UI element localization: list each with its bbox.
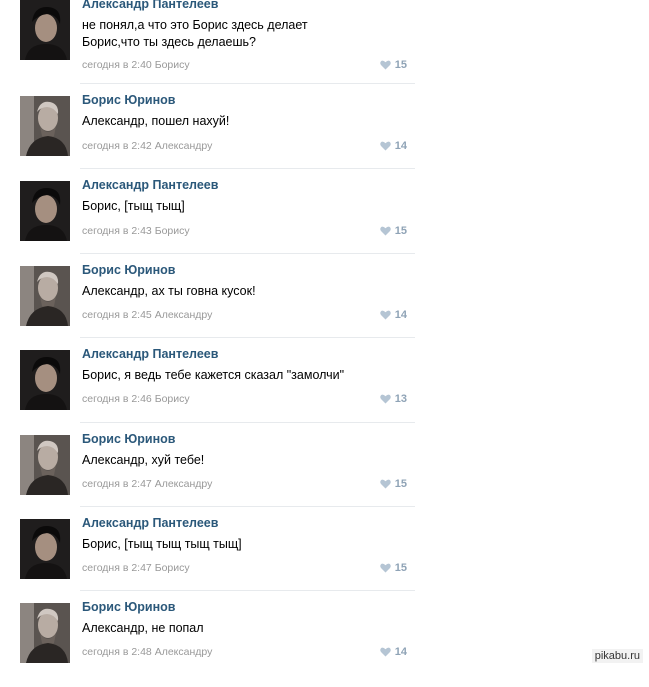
comment-author[interactable]: Борис Юринов (82, 93, 175, 107)
comment-author[interactable]: Александр Пантелеев (82, 178, 218, 192)
comment-item: Борис Юринов Александр, не попал сегодня… (20, 600, 415, 687)
divider (80, 253, 415, 254)
comment-text: Александр, хуй тебе! (82, 453, 205, 467)
like-count: 13 (394, 393, 407, 405)
heart-icon (380, 647, 391, 657)
comment-meta: сегодня в 2:40 Борису (82, 59, 190, 71)
heart-icon (380, 60, 391, 70)
avatar[interactable] (20, 266, 70, 326)
like-button[interactable]: 14 (380, 646, 407, 658)
like-button[interactable]: 14 (380, 140, 407, 152)
like-count: 15 (394, 59, 407, 71)
comment-meta: сегодня в 2:42 Александру (82, 140, 212, 152)
like-button[interactable]: 15 (380, 478, 407, 490)
heart-icon (380, 563, 391, 573)
comment-text: Александр, ах ты говна кусок! (82, 284, 256, 298)
avatar[interactable] (20, 435, 70, 495)
comment-text: Борис, [тыщ тыщ тыщ тыщ] (82, 537, 242, 551)
comment-author[interactable]: Борис Юринов (82, 600, 175, 614)
comment-meta: сегодня в 2:48 Александру (82, 646, 212, 658)
like-button[interactable]: 13 (380, 393, 407, 405)
comment-item: Александр Пантелеев не понял,а что это Б… (20, 0, 415, 84)
divider (80, 506, 415, 507)
comment-meta: сегодня в 2:47 Александру (82, 478, 212, 490)
heart-icon (380, 141, 391, 151)
like-count: 14 (394, 309, 407, 321)
like-button[interactable]: 14 (380, 309, 407, 321)
divider (80, 590, 415, 591)
comment-timestamp[interactable]: сегодня в 2:45 (82, 309, 152, 321)
comment-timestamp[interactable]: сегодня в 2:47 (82, 478, 152, 490)
heart-icon (380, 394, 391, 404)
comment-text: Александр, не попал (82, 621, 204, 635)
reply-to-link[interactable]: Александру (155, 309, 213, 321)
comment-meta: сегодня в 2:47 Борису (82, 562, 190, 574)
comment-author[interactable]: Борис Юринов (82, 263, 175, 277)
comment-author[interactable]: Борис Юринов (82, 432, 175, 446)
comment-author[interactable]: Александр Пантелеев (82, 516, 218, 530)
avatar[interactable] (20, 519, 70, 579)
comment-timestamp[interactable]: сегодня в 2:46 (82, 393, 152, 405)
avatar[interactable] (20, 181, 70, 241)
like-button[interactable]: 15 (380, 225, 407, 237)
like-count: 14 (394, 646, 407, 658)
comment-timestamp[interactable]: сегодня в 2:40 (82, 59, 152, 71)
comment-meta: сегодня в 2:46 Борису (82, 393, 190, 405)
comment-meta: сегодня в 2:43 Борису (82, 225, 190, 237)
reply-to-link[interactable]: Александру (155, 646, 213, 658)
comment-author[interactable]: Александр Пантелеев (82, 347, 218, 361)
divider (80, 337, 415, 338)
comment-timestamp[interactable]: сегодня в 2:47 (82, 562, 152, 574)
heart-icon (380, 479, 391, 489)
reply-to-link[interactable]: Александру (155, 478, 213, 490)
heart-icon (380, 310, 391, 320)
heart-icon (380, 226, 391, 236)
comment-timestamp[interactable]: сегодня в 2:48 (82, 646, 152, 658)
avatar[interactable] (20, 350, 70, 410)
comment-timestamp[interactable]: сегодня в 2:43 (82, 225, 152, 237)
like-button[interactable]: 15 (380, 59, 407, 71)
comment-text: Борис, [тыщ тыщ] (82, 199, 185, 213)
reply-to-link[interactable]: Александру (155, 140, 213, 152)
comment-text: не понял,а что это Борис здесь делает Бо… (82, 18, 308, 49)
comment-meta: сегодня в 2:45 Александру (82, 309, 212, 321)
like-count: 15 (394, 478, 407, 490)
comment-text: Борис, я ведь тебе кажется сказал "замол… (82, 368, 345, 382)
reply-to-link[interactable]: Борису (155, 393, 190, 405)
avatar[interactable] (20, 603, 70, 663)
comment-text: Александр, пошел нахуй! (82, 114, 230, 128)
avatar[interactable] (20, 96, 70, 156)
like-button[interactable]: 15 (380, 562, 407, 574)
comment-author[interactable]: Александр Пантелеев (82, 0, 218, 11)
watermark: pikabu.ru (591, 649, 643, 663)
reply-to-link[interactable]: Борису (155, 59, 190, 71)
like-count: 14 (394, 140, 407, 152)
avatar[interactable] (20, 0, 70, 60)
comment-timestamp[interactable]: сегодня в 2:42 (82, 140, 152, 152)
reply-to-link[interactable]: Борису (155, 225, 190, 237)
like-count: 15 (394, 562, 407, 574)
divider (80, 422, 415, 423)
like-count: 15 (394, 225, 407, 237)
reply-to-link[interactable]: Борису (155, 562, 190, 574)
divider (80, 83, 415, 84)
divider (80, 168, 415, 169)
